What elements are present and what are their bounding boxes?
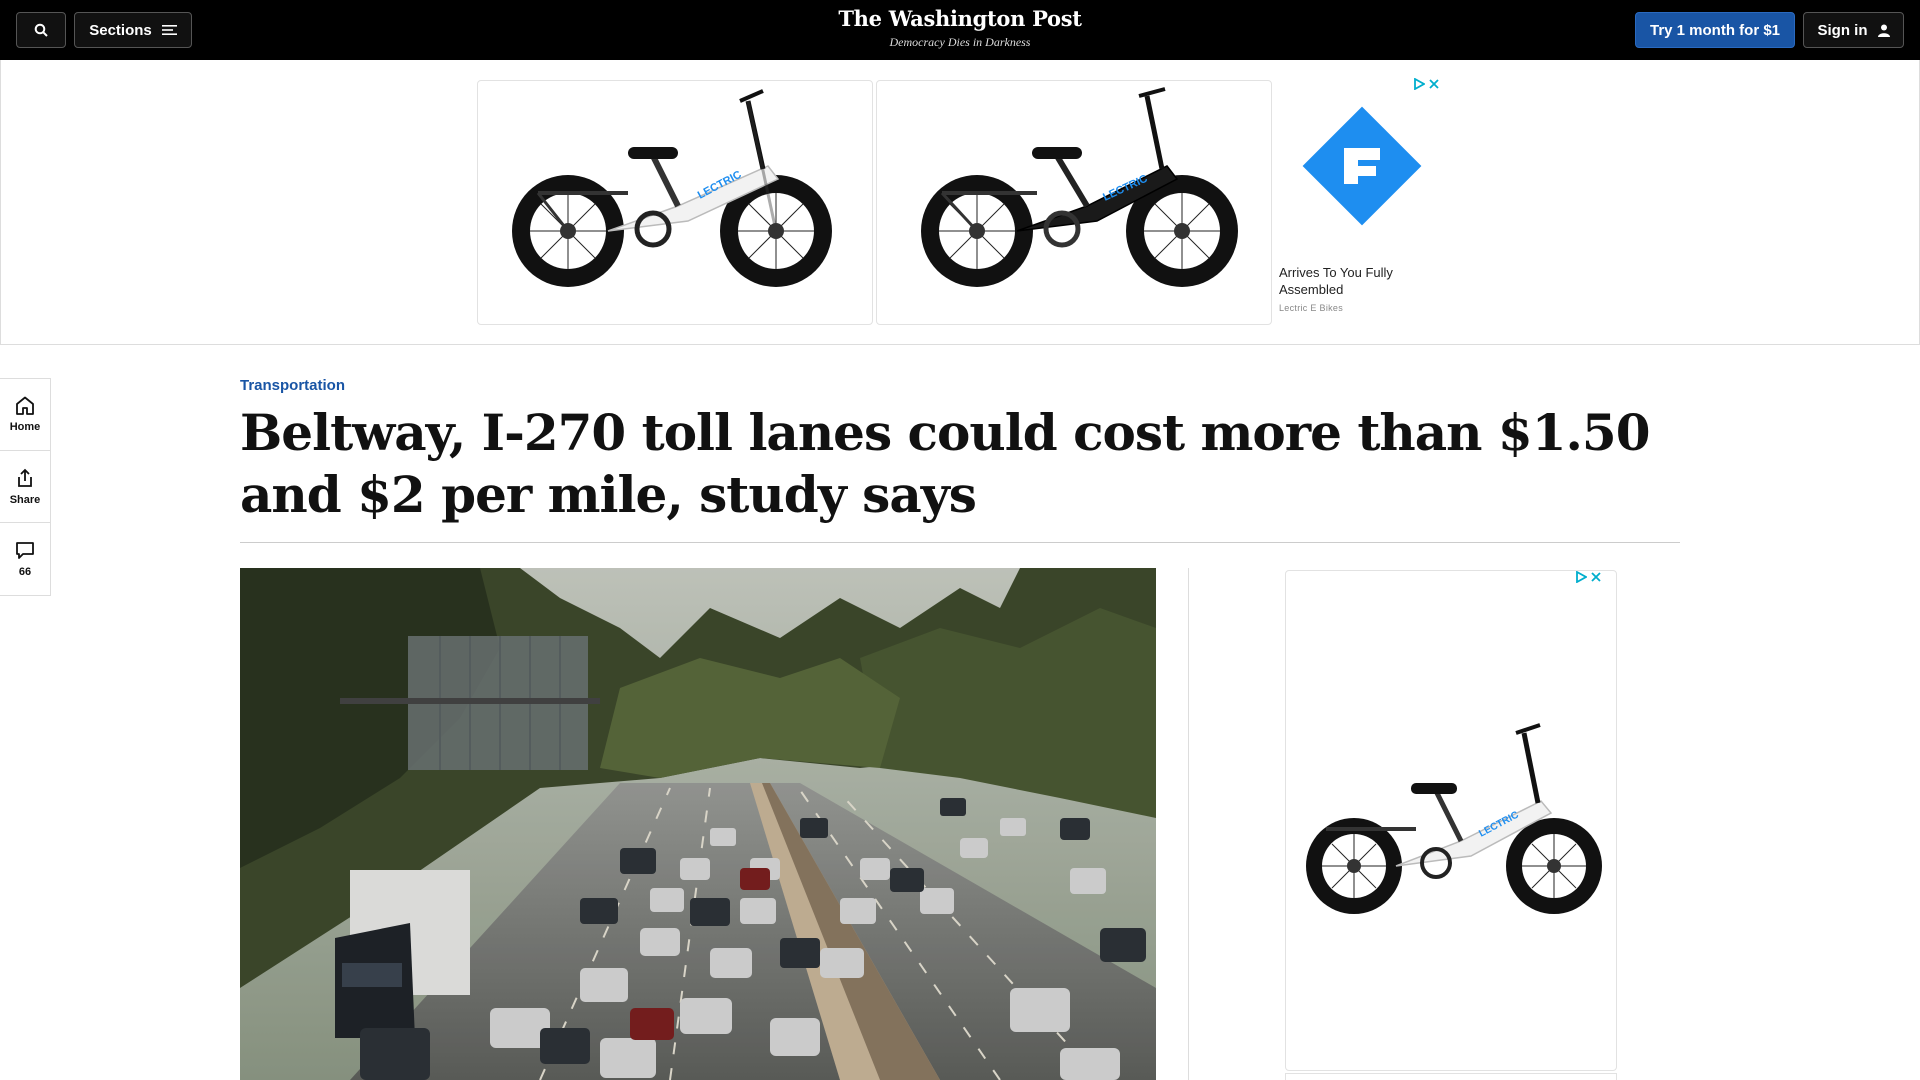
site-tagline: Democracy Dies in Darkness: [889, 35, 1031, 49]
ad-right-footer: [1285, 1073, 1617, 1080]
lectric-logo-icon: [1302, 106, 1422, 226]
ad-bike-white[interactable]: LECTRIC: [477, 80, 873, 325]
ad-right-rail[interactable]: LECTRIC: [1285, 570, 1617, 1071]
ad-choices-icon[interactable]: [1576, 571, 1587, 583]
bike-black-image: LECTRIC: [921, 87, 1238, 287]
ad-choices-badge[interactable]: [1414, 78, 1439, 90]
highway-traffic-image: [240, 568, 1156, 1080]
ad-headline[interactable]: Arrives To You Fully Assembled: [1279, 264, 1439, 298]
left-action-rail: Home Share 66: [0, 378, 51, 596]
ad-choices-badge-right[interactable]: [1576, 571, 1601, 583]
bike-white-image-right: LECTRIC: [1306, 723, 1602, 914]
comments-count: 66: [18, 565, 32, 578]
share-button[interactable]: Share: [0, 451, 50, 523]
share-icon: [18, 468, 32, 487]
ad-choices-icon[interactable]: [1414, 78, 1425, 90]
column-divider: [1188, 568, 1189, 1080]
top-navigation: Sections The Washington Post Democracy D…: [0, 0, 1920, 60]
share-label: Share: [9, 493, 41, 506]
headline-divider: [240, 542, 1680, 543]
masthead[interactable]: The Washington Post Democracy Dies in Da…: [0, 6, 1920, 50]
close-ad-icon[interactable]: [1429, 79, 1439, 89]
home-icon: [16, 396, 34, 415]
bike-white-image: LECTRIC: [512, 89, 832, 287]
subscribe-button[interactable]: Try 1 month for $1: [1635, 12, 1795, 48]
close-ad-icon[interactable]: [1591, 572, 1601, 582]
site-logo[interactable]: The Washington Post: [0, 6, 1920, 31]
article-headline: Beltway, I-270 toll lanes could cost mor…: [240, 403, 1651, 524]
sign-in-button[interactable]: Sign in: [1803, 12, 1904, 48]
comment-icon: [16, 541, 34, 559]
section-kicker[interactable]: Transportation: [240, 377, 345, 394]
ad-bike-black[interactable]: LECTRIC: [876, 80, 1272, 325]
ad-sponsor[interactable]: Lectric E Bikes: [1279, 303, 1343, 313]
home-button[interactable]: Home: [0, 379, 50, 451]
lead-photo[interactable]: [240, 568, 1156, 1080]
home-label: Home: [9, 421, 41, 433]
sign-in-label: Sign in: [1817, 21, 1868, 39]
user-icon: [1877, 24, 1890, 37]
comments-button[interactable]: 66: [0, 523, 50, 595]
